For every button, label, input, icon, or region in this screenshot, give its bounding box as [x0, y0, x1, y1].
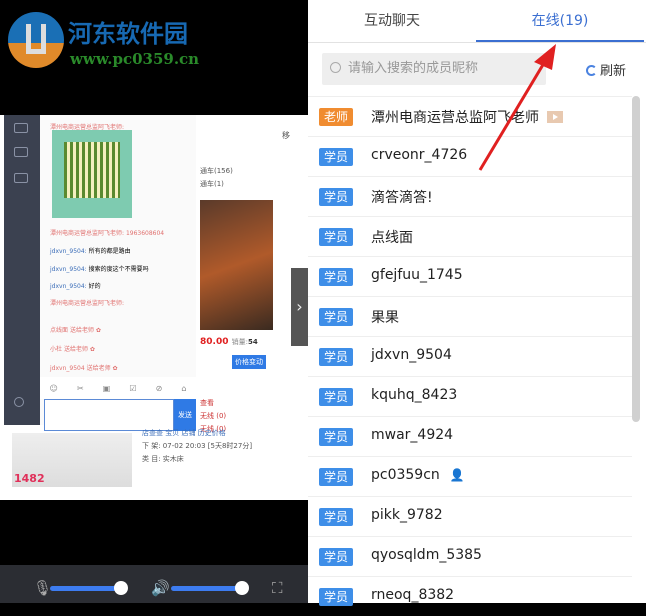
- screen-icon: [14, 147, 28, 157]
- move-label: 移: [282, 131, 290, 140]
- role-badge: 学员: [319, 148, 353, 166]
- role-badge: 学员: [319, 468, 353, 486]
- check-icon[interactable]: ☑: [129, 384, 136, 393]
- chat-message: jdxvn_9504: 所有的都是路由: [50, 248, 131, 255]
- member-row[interactable]: 学员 滴答滴答!: [308, 176, 632, 216]
- role-badge: 学员: [319, 388, 353, 406]
- chat-message: jdxvn_9504: 好的: [50, 283, 101, 290]
- screen-sidebar: [4, 115, 40, 425]
- member-name: gfejfuu_1745: [371, 267, 463, 283]
- member-row[interactable]: 学员 rneoq_8382: [308, 576, 632, 616]
- refresh-button[interactable]: 刷新: [586, 60, 626, 79]
- search-icon: [330, 62, 341, 73]
- member-row[interactable]: 学员 qyosqldm_5385: [308, 536, 632, 576]
- member-name: mwar_4924: [371, 427, 454, 443]
- refresh-icon: [586, 65, 597, 76]
- role-badge: 学员: [319, 228, 353, 246]
- role-badge: 学员: [319, 588, 353, 606]
- role-badge: 老师: [319, 108, 353, 126]
- chat-message: jdxvn_9504 送给老师 ✿: [50, 365, 118, 372]
- chat-message: 潭州电商运营总监阿飞老师: 1963608604: [50, 230, 165, 237]
- gift-icon[interactable]: ⌂: [181, 384, 186, 393]
- chat-message: 点线面 送给老师 ✿: [50, 327, 101, 334]
- member-list: 老师 潭州电商运营总监阿飞老师 学员 crveonr_4726 学员 滴答滴答! 学员 点线面…: [308, 96, 632, 616]
- user-icon: 👤: [449, 468, 465, 482]
- role-badge: 学员: [319, 428, 353, 446]
- tab-chat[interactable]: 互动聊天: [308, 0, 476, 42]
- shared-screen: 潭州电商运营总监阿飞老师: 潭州电商运营总监阿飞老师: 1963608604 j…: [0, 115, 308, 500]
- member-row[interactable]: 学员 jdxvn_9504: [308, 336, 632, 376]
- member-name: rneoq_8382: [371, 587, 455, 603]
- member-name: pikk_9782: [371, 507, 443, 523]
- role-badge: 学员: [319, 508, 353, 526]
- member-row[interactable]: 学员 果果: [308, 296, 632, 336]
- watermark-url: www.pc0359.cn: [70, 50, 200, 68]
- member-name: qyosqldm_5385: [371, 547, 482, 563]
- play-icon[interactable]: [547, 111, 563, 123]
- side-panel: 互动聊天 在线(19) 请输入搜索的成员昵称 刷新 老师 潭州电商运营总监阿飞老师…: [308, 0, 646, 606]
- member-row[interactable]: 学员 pc0359cn 👤: [308, 456, 632, 496]
- scrollbar[interactable]: [632, 96, 640, 422]
- next-arrow-button[interactable]: ›: [291, 268, 308, 346]
- watermark-logo: 河东软件园 www.pc0359.cn: [6, 10, 226, 70]
- product-details: 店查查 宝贝 店铺 历史价格下 架: 07-02 20:03 [5天8时27分]…: [142, 429, 253, 463]
- media-controls: 🎙 🔊 ⛶: [0, 565, 308, 603]
- volume-slider[interactable]: [171, 586, 241, 591]
- chat-message: 小杜 送给老师 ✿: [50, 346, 95, 353]
- member-name: pc0359cn 👤: [371, 467, 465, 483]
- tab-online[interactable]: 在线(19): [476, 0, 644, 42]
- volume-slider-knob[interactable]: [235, 581, 249, 595]
- product-image: [200, 200, 273, 330]
- role-badge: 学员: [319, 548, 353, 566]
- logo-icon: [8, 12, 64, 68]
- member-row[interactable]: 老师 潭州电商运营总监阿飞老师: [308, 96, 632, 136]
- cloud-icon: [14, 123, 28, 133]
- ad-image: 1482: [12, 433, 132, 487]
- price-change-button[interactable]: 价格变动: [232, 355, 266, 369]
- speaker-icon[interactable]: 🔊: [151, 579, 170, 597]
- member-row[interactable]: 学员 crveonr_4726: [308, 136, 632, 176]
- image-icon[interactable]: ▣: [103, 384, 111, 393]
- member-name: 果果: [371, 310, 399, 326]
- product-price: 80.00 销量:54: [200, 337, 258, 347]
- divider: [308, 42, 646, 43]
- qr-code-image: [52, 130, 132, 218]
- member-row[interactable]: 学员 点线面: [308, 216, 632, 256]
- watermark-title: 河东软件园: [68, 19, 188, 48]
- chat-message: jdxvn_9504: 搜索的度这个不需要吗: [50, 266, 149, 273]
- fullscreen-icon[interactable]: ⛶: [272, 579, 283, 597]
- member-search-input[interactable]: 请输入搜索的成员昵称: [322, 53, 546, 85]
- member-name: 滴答滴答!: [371, 190, 433, 206]
- cart-info: 通车(156) 通车(1): [200, 167, 233, 188]
- chat-toolbar: ☺ ✂ ▣ ☑ ⊘ ⌂: [40, 377, 196, 399]
- member-row[interactable]: 学员 kquhq_8423: [308, 376, 632, 416]
- member-row[interactable]: 学员 gfejfuu_1745: [308, 256, 632, 296]
- gear-icon: [14, 397, 24, 407]
- ban-icon[interactable]: ⊘: [156, 384, 163, 393]
- scissors-icon[interactable]: ✂: [77, 384, 84, 393]
- member-name: 潭州电商运营总监阿飞老师: [371, 107, 563, 127]
- member-row[interactable]: 学员 pikk_9782: [308, 496, 632, 536]
- member-name: jdxvn_9504: [371, 347, 452, 363]
- role-badge: 学员: [319, 268, 353, 286]
- camera-icon: [14, 173, 28, 183]
- chat-message: 潭州电商运营总监阿飞老师:: [50, 300, 125, 307]
- video-area: 河东软件园 www.pc0359.cn 潭州电商运营总监阿飞老师: 潭州电商运营…: [0, 0, 308, 603]
- mic-slider[interactable]: [50, 586, 120, 591]
- role-badge: 学员: [319, 348, 353, 366]
- role-badge: 学员: [319, 308, 353, 326]
- role-badge: 学员: [319, 188, 353, 206]
- member-name: 点线面: [371, 230, 413, 246]
- mic-slider-knob[interactable]: [114, 581, 128, 595]
- member-row[interactable]: 学员 mwar_4924: [308, 416, 632, 456]
- member-name: crveonr_4726: [371, 147, 468, 163]
- member-name: kquhq_8423: [371, 387, 458, 403]
- emoji-icon[interactable]: ☺: [50, 384, 58, 393]
